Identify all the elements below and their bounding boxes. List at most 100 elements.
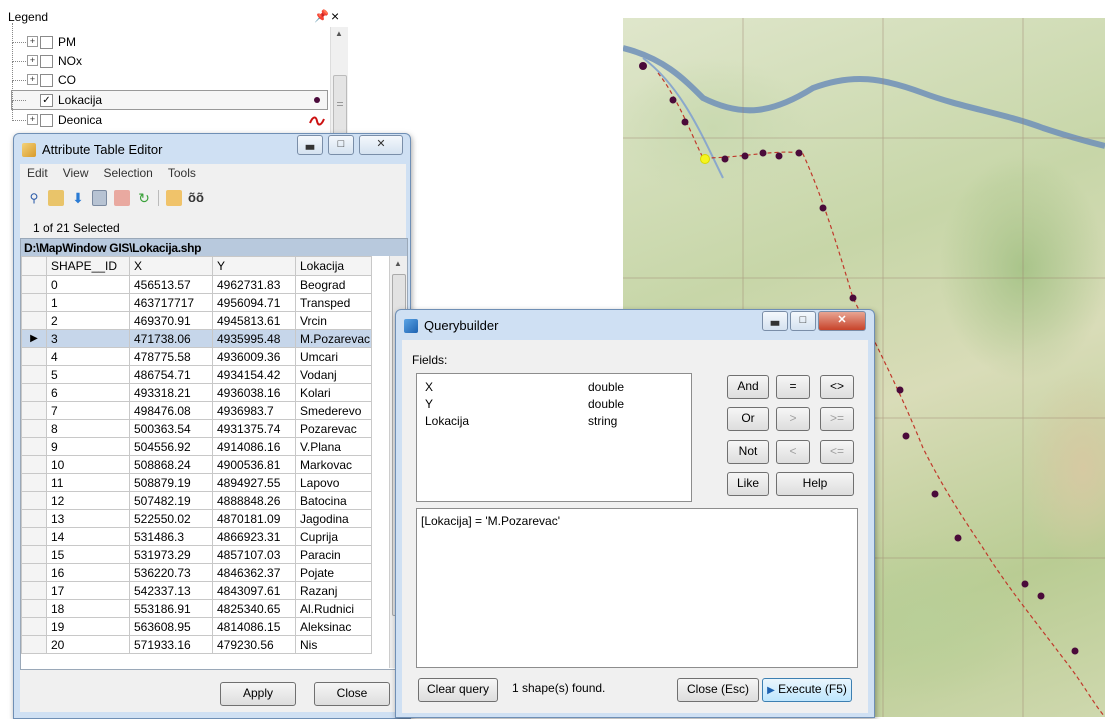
table-cell[interactable]: 4934154.42 xyxy=(212,365,296,384)
table-cell[interactable]: 4894927.55 xyxy=(212,473,296,492)
table-cell[interactable]: 493318.21 xyxy=(129,383,213,402)
table-row[interactable]: 19 563608.95 4814086.15 Aleksinac xyxy=(21,617,372,636)
row-selector[interactable] xyxy=(21,401,47,420)
zoom-icon[interactable]: ⚲ xyxy=(26,190,42,206)
table-cell[interactable]: Smederevo xyxy=(295,401,372,420)
expand-icon[interactable]: + xyxy=(27,114,38,125)
table-cell[interactable]: Pojate xyxy=(295,563,372,582)
table-cell[interactable]: 0 xyxy=(46,275,130,294)
table-cell[interactable]: M.Pozarevac xyxy=(295,329,372,348)
scroll-up-icon[interactable]: ▲ xyxy=(335,29,343,38)
table-cell[interactable]: 6 xyxy=(46,383,130,402)
table-cell[interactable]: 531973.29 xyxy=(129,545,213,564)
table-row[interactable]: ▶ 3 471738.06 4935995.48 M.Pozarevac xyxy=(21,329,372,348)
table-cell[interactable]: Jagodina xyxy=(295,509,372,528)
close-esc-button[interactable]: Close (Esc) xyxy=(677,678,759,702)
table-row[interactable]: 10 508868.24 4900536.81 Markovac xyxy=(21,455,372,474)
row-selector[interactable] xyxy=(21,275,47,294)
table-cell[interactable]: 4962731.83 xyxy=(212,275,296,294)
table-cell[interactable]: 4870181.09 xyxy=(212,509,296,528)
column-header[interactable]: Y xyxy=(212,256,296,276)
table-cell[interactable]: 1 xyxy=(46,293,130,312)
execute-button[interactable]: ▶ Execute (F5) xyxy=(762,678,852,702)
not-button[interactable]: Not xyxy=(727,440,769,464)
not-equals-button[interactable]: <> xyxy=(820,375,854,399)
table-cell[interactable]: 507482.19 xyxy=(129,491,213,510)
table-cell[interactable]: 16 xyxy=(46,563,130,582)
greater-than-button[interactable]: > xyxy=(776,407,810,431)
close-button[interactable]: ✕ xyxy=(359,135,403,155)
table-cell[interactable]: 542337.13 xyxy=(129,581,213,600)
table-cell[interactable]: 4825340.65 xyxy=(212,599,296,618)
table-cell[interactable]: 5 xyxy=(46,365,130,384)
maximize-button[interactable]: □ xyxy=(790,311,816,331)
field-item[interactable]: Lokacija string xyxy=(425,414,685,431)
table-cell[interactable]: 469370.91 xyxy=(129,311,213,330)
binoculars-icon[interactable]: õõ xyxy=(188,190,204,206)
table-row[interactable]: 13 522550.02 4870181.09 Jagodina xyxy=(21,509,372,528)
table-row[interactable]: 17 542337.13 4843097.61 Razanj xyxy=(21,581,372,600)
row-selector[interactable] xyxy=(21,383,47,402)
legend-layer-deonica[interactable]: + Deonica xyxy=(12,101,327,129)
table-cell[interactable]: 463717717 xyxy=(129,293,213,312)
maximize-button[interactable]: □ xyxy=(328,135,354,155)
field-item[interactable]: Ydouble xyxy=(425,397,685,414)
table-cell[interactable]: 563608.95 xyxy=(129,617,213,636)
table-cell[interactable]: 9 xyxy=(46,437,130,456)
legend-layer-nox[interactable]: + NOx xyxy=(12,42,327,70)
or-button[interactable]: Or xyxy=(727,407,769,431)
layer-checkbox[interactable] xyxy=(40,55,53,68)
layer-checkbox[interactable] xyxy=(40,114,53,127)
table-cell[interactable]: 4888848.26 xyxy=(212,491,296,510)
table-cell[interactable]: 2 xyxy=(46,311,130,330)
table-row[interactable]: 4 478775.58 4936009.36 Umcari xyxy=(21,347,372,366)
table-row[interactable]: 20 571933.16 479230.56 Nis xyxy=(21,635,372,654)
table-cell[interactable]: 14 xyxy=(46,527,130,546)
table-cell[interactable]: 19 xyxy=(46,617,130,636)
row-selector[interactable] xyxy=(21,491,47,510)
row-selector[interactable] xyxy=(21,527,47,546)
table-cell[interactable]: 504556.92 xyxy=(129,437,213,456)
column-header[interactable]: SHAPE__ID xyxy=(46,256,130,276)
table-cell[interactable]: 8 xyxy=(46,419,130,438)
table-row[interactable]: 16 536220.73 4846362.37 Pojate xyxy=(21,563,372,582)
open-icon[interactable] xyxy=(48,190,64,206)
fields-list[interactable]: Xdouble Ydouble Lokacija string xyxy=(416,373,692,502)
table-cell[interactable]: Nis xyxy=(295,635,372,654)
apply-button[interactable]: Apply xyxy=(220,682,296,706)
minimize-button[interactable]: ▃ xyxy=(762,311,788,331)
table-cell[interactable]: 4 xyxy=(46,347,130,366)
table-cell[interactable]: Umcari xyxy=(295,347,372,366)
table-cell[interactable]: 456513.57 xyxy=(129,275,213,294)
table-cell[interactable]: 471738.06 xyxy=(129,329,213,348)
legend-layer-lokacija[interactable]: ✓ Lokacija xyxy=(11,81,328,110)
column-header[interactable]: Lokacija xyxy=(295,256,372,276)
table-row[interactable]: 1 463717717 4956094.71 Transped xyxy=(21,293,372,312)
table-row[interactable]: 7 498476.08 4936983.7 Smederevo xyxy=(21,401,372,420)
layer-checkbox[interactable] xyxy=(40,74,53,87)
table-cell[interactable]: 4846362.37 xyxy=(212,563,296,582)
and-button[interactable]: And xyxy=(727,375,769,399)
table-cell[interactable]: 4814086.15 xyxy=(212,617,296,636)
table-row[interactable]: 12 507482.19 4888848.26 Batocina xyxy=(21,491,372,510)
like-button[interactable]: Like xyxy=(727,472,769,496)
row-selector[interactable] xyxy=(21,563,47,582)
table-cell[interactable]: Beograd xyxy=(295,275,372,294)
table-cell[interactable]: 4931375.74 xyxy=(212,419,296,438)
table-cell[interactable]: 486754.71 xyxy=(129,365,213,384)
edit-icon[interactable] xyxy=(114,190,130,206)
table-cell[interactable]: 522550.02 xyxy=(129,509,213,528)
table-cell[interactable]: 17 xyxy=(46,581,130,600)
expand-icon[interactable]: + xyxy=(27,55,38,66)
legend-layer-co[interactable]: + CO xyxy=(12,61,327,89)
greater-equal-button[interactable]: >= xyxy=(820,407,854,431)
column-header[interactable]: X xyxy=(129,256,213,276)
table-cell[interactable]: Kolari xyxy=(295,383,372,402)
table-row[interactable]: 11 508879.19 4894927.55 Lapovo xyxy=(21,473,372,492)
row-selector[interactable] xyxy=(21,581,47,600)
table-row[interactable]: 18 553186.91 4825340.65 Al.Rudnici xyxy=(21,599,372,618)
row-selector[interactable] xyxy=(21,617,47,636)
table-cell[interactable]: 15 xyxy=(46,545,130,564)
table-cell[interactable]: Aleksinac xyxy=(295,617,372,636)
table-cell[interactable]: 500363.54 xyxy=(129,419,213,438)
